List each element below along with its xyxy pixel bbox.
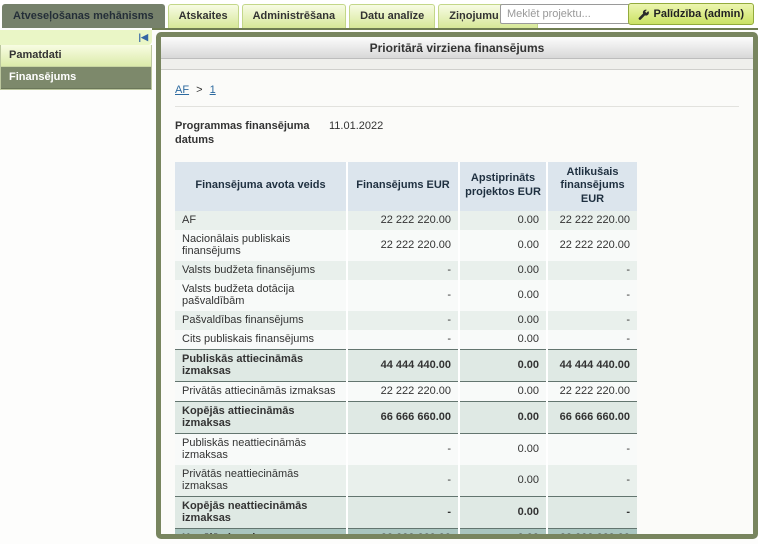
table-row: Publiskās neattiecināmās izmaksas-0.00- — [175, 433, 637, 465]
program-date-value: 11.01.2022 — [329, 119, 383, 148]
row-label: Nacionālais publiskais finansējums — [175, 230, 347, 261]
row-value: - — [347, 330, 459, 350]
sidebar-header: |◀ — [0, 30, 152, 45]
row-value: - — [547, 433, 637, 465]
row-value: 22 222 220.00 — [547, 230, 637, 261]
breadcrumb-current-link[interactable]: 1 — [210, 84, 216, 96]
row-value: - — [347, 280, 459, 311]
tab[interactable]: Datu analīze — [349, 4, 435, 28]
row-value: 0.00 — [459, 311, 547, 330]
table-row: Cits publiskais finansējums-0.00- — [175, 330, 637, 350]
row-value: 0.00 — [459, 230, 547, 261]
financing-table-header-row: Finansējuma avota veidsFinansējums EURAp… — [175, 162, 637, 211]
help-button[interactable]: Palīdzība (admin) — [628, 3, 754, 25]
tab[interactable]: Administrēšana — [242, 4, 347, 28]
row-label: Privātās attiecināmās izmaksas — [175, 381, 347, 401]
row-value: - — [347, 496, 459, 528]
breadcrumb-root-link[interactable]: AF — [175, 84, 189, 96]
row-label: Valsts budžeta finansējums — [175, 261, 347, 280]
row-value: 22 222 220.00 — [547, 381, 637, 401]
row-value: 0.00 — [459, 528, 547, 534]
row-value: 66 666 660.00 — [347, 528, 459, 534]
row-label: Publiskās neattiecināmās izmaksas — [175, 433, 347, 465]
help-button-label: Palīdzība (admin) — [654, 8, 744, 20]
row-value: 0.00 — [459, 401, 547, 433]
column-header: Finansējuma avota veids — [175, 162, 347, 211]
program-date-row: Programmas finansējuma datums 11.01.2022 — [175, 119, 739, 148]
row-value: - — [547, 311, 637, 330]
row-value: 22 222 220.00 — [347, 381, 459, 401]
sidebar-item[interactable]: Finansējums — [1, 67, 151, 89]
table-row: Kopējās neattiecināmās izmaksas-0.00- — [175, 496, 637, 528]
row-label: Publiskās attiecināmās izmaksas — [175, 349, 347, 381]
column-header: Finansējums EUR — [347, 162, 459, 211]
content-column: Prioritārā virziena finansējums AF > 1 P… — [152, 28, 758, 544]
row-value: 0.00 — [459, 349, 547, 381]
row-value: 0.00 — [459, 381, 547, 401]
table-row: Nacionālais publiskais finansējums22 222… — [175, 230, 637, 261]
tab[interactable]: Atskaites — [168, 4, 239, 28]
table-row: AF22 222 220.000.0022 222 220.00 — [175, 211, 637, 230]
row-value: - — [547, 496, 637, 528]
column-header: Atlikušais finansējums EUR — [547, 162, 637, 211]
row-value: - — [347, 311, 459, 330]
sidebar: |◀ PamatdatiFinansējums — [0, 28, 152, 544]
row-value: 22 222 220.00 — [547, 211, 637, 230]
row-value: 0.00 — [459, 496, 547, 528]
row-value: - — [547, 465, 637, 497]
row-label: Valsts budžeta dotācija pašvaldībām — [175, 280, 347, 311]
row-value: 66 666 660.00 — [347, 401, 459, 433]
row-label: Kopējās izmaksas — [175, 528, 347, 534]
top-bar: Atveseļošanas mehānismsAtskaitesAdminist… — [0, 0, 758, 28]
row-label: Kopējās attiecināmās izmaksas — [175, 401, 347, 433]
row-value: 0.00 — [459, 211, 547, 230]
row-value: 0.00 — [459, 261, 547, 280]
breadcrumb: AF > 1 — [175, 80, 739, 107]
row-value: - — [547, 280, 637, 311]
row-value: 0.00 — [459, 330, 547, 350]
row-value: - — [347, 261, 459, 280]
row-value: 44 444 440.00 — [547, 349, 637, 381]
main-panel: Prioritārā virziena finansējums AF > 1 P… — [156, 32, 758, 539]
sidebar-menu: PamatdatiFinansējums — [0, 45, 152, 90]
financing-table: Finansējuma avota veidsFinansējums EURAp… — [175, 162, 637, 534]
column-header: Apstiprināts projektos EUR — [459, 162, 547, 211]
row-value: 66 666 660.00 — [547, 401, 637, 433]
row-value: - — [547, 261, 637, 280]
row-value: - — [547, 330, 637, 350]
row-value: 66 666 660.00 — [547, 528, 637, 534]
sidebar-item[interactable]: Pamatdati — [1, 45, 151, 67]
row-value: 0.00 — [459, 433, 547, 465]
panel-content: AF > 1 Programmas finansējuma datums 11.… — [161, 69, 753, 534]
tab[interactable]: Atveseļošanas mehānisms — [2, 4, 165, 28]
tab-bar: Atveseļošanas mehānismsAtskaitesAdminist… — [2, 4, 541, 28]
table-row: Publiskās attiecināmās izmaksas44 444 44… — [175, 349, 637, 381]
row-label: Cits publiskais finansējums — [175, 330, 347, 350]
financing-table-body: AF22 222 220.000.0022 222 220.00Nacionāl… — [175, 211, 637, 534]
table-row: Kopējās izmaksas66 666 660.000.0066 666 … — [175, 528, 637, 534]
row-label: AF — [175, 211, 347, 230]
row-value: - — [347, 433, 459, 465]
breadcrumb-separator: > — [196, 84, 202, 96]
table-row: Kopējās attiecināmās izmaksas66 666 660.… — [175, 401, 637, 433]
row-value: - — [347, 465, 459, 497]
row-label: Pašvaldības finansējums — [175, 311, 347, 330]
program-date-label: Programmas finansējuma datums — [175, 119, 325, 148]
table-row: Valsts budžeta finansējums-0.00- — [175, 261, 637, 280]
wrench-icon — [638, 9, 649, 20]
table-row: Privātās neattiecināmās izmaksas-0.00- — [175, 465, 637, 497]
row-label: Kopējās neattiecināmās izmaksas — [175, 496, 347, 528]
row-value: 0.00 — [459, 280, 547, 311]
search-input[interactable] — [500, 4, 642, 24]
table-row: Valsts budžeta dotācija pašvaldībām-0.00… — [175, 280, 637, 311]
collapse-sidebar-icon[interactable]: |◀ — [139, 32, 148, 42]
row-value: 0.00 — [459, 465, 547, 497]
row-value: 44 444 440.00 — [347, 349, 459, 381]
row-label: Privātās neattiecināmās izmaksas — [175, 465, 347, 497]
table-row: Pašvaldības finansējums-0.00- — [175, 311, 637, 330]
page-title: Prioritārā virziena finansējums — [161, 37, 753, 59]
row-value: 22 222 220.00 — [347, 230, 459, 261]
row-value: 22 222 220.00 — [347, 211, 459, 230]
table-row: Privātās attiecināmās izmaksas22 222 220… — [175, 381, 637, 401]
